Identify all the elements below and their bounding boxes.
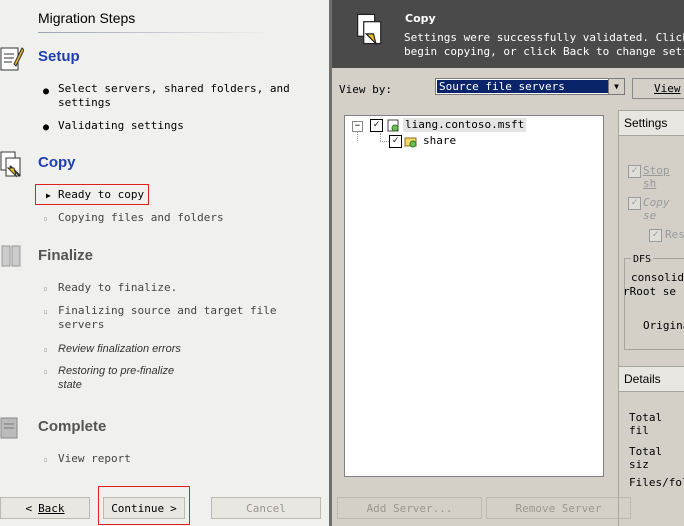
copy-page: Copy Settings were successfully validate… xyxy=(332,0,684,526)
step-review-errors: Review finalization errors xyxy=(58,343,181,355)
section-title-setup: Setup xyxy=(38,48,80,65)
step-copying-files: Copying files and folders xyxy=(58,211,224,224)
files-folders-label: Files/fol xyxy=(629,476,684,489)
section-title-complete: Complete xyxy=(38,418,107,435)
step-restoring-state: Restoring to pre-finalize state xyxy=(58,365,175,391)
dfs-root-radio[interactable]: rRoot se xyxy=(623,285,676,298)
tree-item-share[interactable]: share xyxy=(423,134,456,148)
page-description-line2: begin copying, or click Back to change s… xyxy=(404,45,684,58)
details-panel: Details Total fil Total siz Files/fol xyxy=(618,366,684,526)
chevron-left-icon: < xyxy=(25,501,33,515)
copy-documents-icon xyxy=(0,151,21,178)
migration-steps-pane: Migration Steps Setup ● Select servers, … xyxy=(0,0,329,526)
server-icon xyxy=(387,119,399,132)
dfs-root-label: Root se xyxy=(629,285,676,298)
pending-step-icon: ▫ xyxy=(43,455,48,464)
details-title: Details xyxy=(624,372,661,386)
completed-bullet-icon: ● xyxy=(43,122,50,133)
back-button-label: Back xyxy=(38,501,65,515)
view-button[interactable]: View xyxy=(632,78,684,99)
tree-line xyxy=(380,133,382,141)
shared-folder-icon xyxy=(404,137,417,148)
cancel-button-label: Cancel xyxy=(246,501,286,515)
completed-bullet-icon: ● xyxy=(43,86,50,97)
stop-sharing-label: Stop sh xyxy=(643,164,670,190)
dfs-consolidation-text: consolid xyxy=(631,271,684,284)
copy-documents-icon xyxy=(357,13,382,46)
view-by-label: View by: xyxy=(339,83,392,96)
tree-line xyxy=(380,141,389,143)
copy-security-checkbox[interactable]: ✓ xyxy=(628,197,641,210)
page-description: Settings were successfully validated. Cl… xyxy=(404,31,684,59)
page-title: Copy xyxy=(405,12,436,25)
copy-security-label: Copy se xyxy=(643,196,670,222)
remove-server-label: Remove Server xyxy=(515,501,602,515)
settings-title: Settings xyxy=(624,116,668,130)
dfs-origin-label: Origina xyxy=(643,319,684,332)
continue-highlight xyxy=(98,486,190,525)
pending-step-icon: ▫ xyxy=(43,307,48,316)
dfs-group-label: DFS xyxy=(631,254,654,265)
step-ready-to-copy: Ready to copy xyxy=(58,188,145,201)
back-button[interactable]: < Back xyxy=(0,497,90,519)
pending-step-icon: ▫ xyxy=(43,284,48,293)
add-server-label: Add Server... xyxy=(366,501,453,515)
step-finalizing-servers: Finalizing source and target file server… xyxy=(58,304,277,331)
dropdown-arrow-icon: ▼ xyxy=(608,79,624,94)
settings-header: Settings xyxy=(619,111,684,136)
total-size-label: Total siz xyxy=(629,445,663,471)
pending-step-icon: ▫ xyxy=(43,214,48,223)
pending-step-icon: ▫ xyxy=(43,345,48,354)
details-header: Details xyxy=(619,366,684,392)
step-ready-to-finalize: Ready to finalize. xyxy=(58,281,178,294)
remove-server-button[interactable]: Remove Server xyxy=(486,497,631,519)
server-tree[interactable]: − ✓ liang.contoso.msft ✓ share xyxy=(344,115,604,477)
step-view-report: View report xyxy=(58,452,131,465)
page-description-line1: Settings were successfully validated. Cl… xyxy=(404,31,684,44)
step-validating-settings: Validating settings xyxy=(58,119,184,132)
stop-sharing-checkbox[interactable]: ✓ xyxy=(628,165,641,178)
finalize-servers-icon xyxy=(1,245,21,267)
add-server-button[interactable]: Add Server... xyxy=(337,497,482,519)
pending-step-icon: ▫ xyxy=(43,367,48,376)
section-title-copy: Copy xyxy=(38,154,76,171)
share-checkbox[interactable]: ✓ xyxy=(389,135,402,148)
setup-clipboard-icon xyxy=(0,47,24,71)
tree-line xyxy=(357,131,359,141)
restore-checkbox[interactable]: ✓ xyxy=(649,229,662,242)
tree-item-server[interactable]: liang.contoso.msft xyxy=(403,118,527,132)
view-by-dropdown[interactable]: Source file servers ▼ xyxy=(435,78,625,95)
migration-steps-heading: Migration Steps xyxy=(38,10,136,26)
view-by-selected-value: Source file servers xyxy=(437,80,609,93)
complete-report-icon xyxy=(0,417,18,439)
page-banner: Copy Settings were successfully validate… xyxy=(332,0,684,68)
total-files-label: Total fil xyxy=(629,411,663,437)
server-checkbox[interactable]: ✓ xyxy=(370,119,383,132)
cancel-button[interactable]: Cancel xyxy=(211,497,321,519)
view-button-label: View xyxy=(654,82,681,95)
settings-panel: Settings ✓ Stop sh ✓ Copy se ✓ Res DFS c… xyxy=(618,110,684,371)
restore-label: Res xyxy=(665,228,684,241)
heading-divider xyxy=(38,32,268,33)
current-step-arrow-icon: ▶ xyxy=(46,191,51,200)
step-select-servers: Select servers, shared folders, and sett… xyxy=(58,82,290,109)
section-title-finalize: Finalize xyxy=(38,247,94,264)
